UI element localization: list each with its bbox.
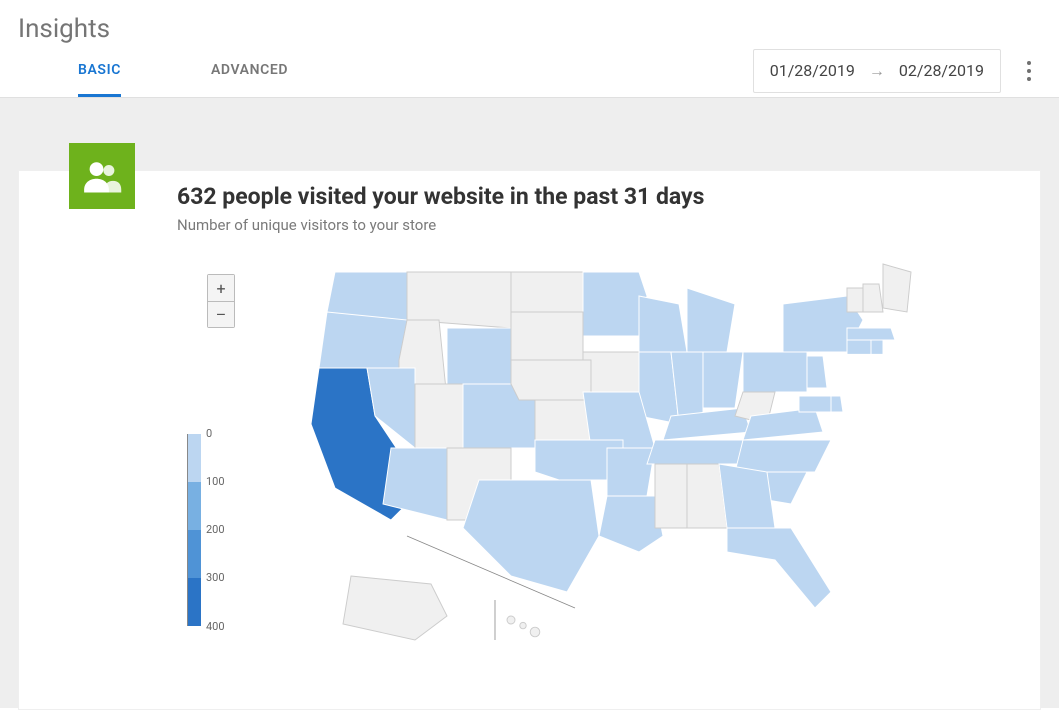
state-RI[interactable] <box>871 340 883 354</box>
state-AK[interactable] <box>343 576 447 640</box>
state-HI[interactable] <box>507 616 540 637</box>
date-range-end: 02/28/2019 <box>899 61 984 80</box>
state-ME[interactable] <box>883 264 911 312</box>
tab-basic[interactable]: BASIC <box>78 44 121 97</box>
state-VT[interactable] <box>847 288 863 312</box>
state-CT[interactable] <box>847 340 871 354</box>
state-AR[interactable] <box>607 448 655 496</box>
state-OH[interactable] <box>703 352 743 408</box>
state-TX[interactable] <box>463 480 599 592</box>
state-MD[interactable] <box>799 396 835 412</box>
zoom-out-button[interactable]: – <box>208 301 234 327</box>
state-PA[interactable] <box>743 352 807 392</box>
state-SD[interactable] <box>511 312 583 360</box>
state-GA[interactable] <box>719 464 775 528</box>
tab-advanced[interactable]: ADVANCED <box>211 44 288 97</box>
legend-tick: 100 <box>206 475 225 488</box>
zoom-controls: + – <box>207 274 235 328</box>
zoom-in-button[interactable]: + <box>208 275 234 301</box>
arrow-right-icon: → <box>869 61 885 81</box>
date-range-start: 01/28/2019 <box>770 61 855 80</box>
state-MA[interactable] <box>847 328 895 340</box>
state-LA[interactable] <box>599 496 663 552</box>
tab-bar: BASIC ADVANCED 01/28/2019 → 02/28/2019 <box>0 44 1059 98</box>
people-icon <box>69 143 135 209</box>
state-TN[interactable] <box>647 440 751 464</box>
legend-tick: 400 <box>206 620 225 633</box>
date-range-picker[interactable]: 01/28/2019 → 02/28/2019 <box>753 49 1001 93</box>
state-MI[interactable] <box>687 288 735 352</box>
state-WI[interactable] <box>639 296 687 352</box>
legend-tick: 0 <box>206 427 212 440</box>
state-FL[interactable] <box>727 528 831 608</box>
more-menu-icon[interactable] <box>1017 61 1041 81</box>
state-MN[interactable] <box>583 272 647 336</box>
state-UT[interactable] <box>415 384 463 448</box>
state-MS[interactable] <box>655 464 687 528</box>
state-ND[interactable] <box>511 272 583 312</box>
us-map[interactable] <box>287 254 1007 674</box>
legend: 0 100 200 300 400 <box>187 434 201 626</box>
visitors-card: 632 people visited your website in the p… <box>18 170 1041 710</box>
state-NH[interactable] <box>863 284 883 312</box>
card-subtitle: Number of unique visitors to your store <box>177 216 1012 234</box>
page-title: Insights <box>18 14 1041 44</box>
legend-tick: 200 <box>206 523 225 536</box>
state-NJ[interactable] <box>807 356 827 388</box>
state-DE[interactable] <box>831 396 843 412</box>
card-headline: 632 people visited your website in the p… <box>177 183 1012 210</box>
state-WY[interactable] <box>447 328 511 384</box>
state-NE[interactable] <box>511 360 591 400</box>
state-NC[interactable] <box>735 440 831 472</box>
state-OR[interactable] <box>319 312 407 368</box>
